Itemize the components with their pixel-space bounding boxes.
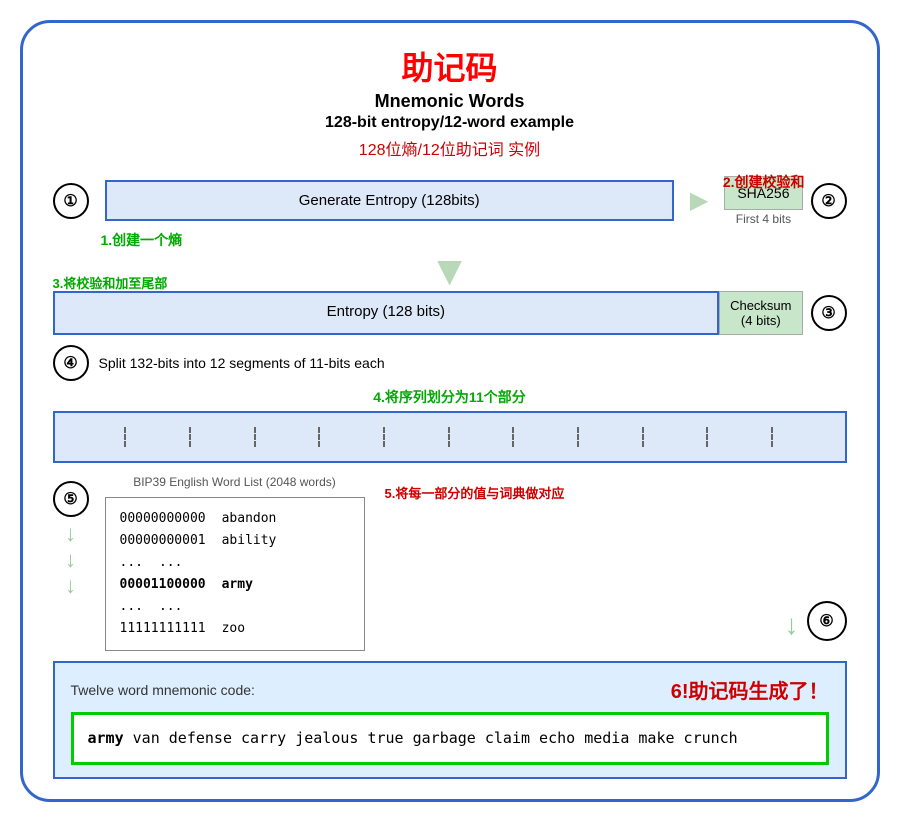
segment-2 [128, 427, 191, 447]
wordlist-entry-1: 00000000000 abandon [120, 508, 350, 530]
step3-annotation: 3.将校验和加至尾部 [53, 273, 168, 292]
wordlist-entry-army: 00001100000 army [120, 574, 350, 596]
wordlist-box: 00000000000 abandon 00000000001 ability … [105, 497, 365, 652]
mnemonic-label: Twelve word mnemonic code: [71, 682, 255, 698]
step6-annotation: 6!助记码生成了！ [671, 675, 829, 704]
binary-zoo: 11111111111 [120, 618, 206, 640]
wordlist-title: BIP39 English Word List (2048 words) [105, 475, 365, 489]
segment-5 [322, 427, 385, 447]
main-container: 助记码 Mnemonic Words 128-bit entropy/12-wo… [20, 20, 880, 803]
segment-7 [452, 427, 515, 447]
word-army: army [222, 574, 253, 596]
step2-annotation: 2.创建校验和 [723, 172, 805, 192]
first4bits-label: First 4 bits [736, 212, 791, 226]
subtitle-zh: 128位熵/12位助记词 实例 [53, 136, 847, 160]
wordlist-entry-2: 00000000001 ability [120, 530, 350, 552]
wordlist-entry-dots1: ... ... [120, 552, 350, 574]
title-en: Mnemonic Words [53, 91, 847, 112]
step5-circle: ⑤ [53, 481, 89, 517]
step2-circle: ② [811, 183, 847, 219]
arrow-right-1: ▶ [690, 186, 708, 215]
segment-8 [516, 427, 579, 447]
step4-row: ④ Split 132-bits into 12 segments of 11-… [53, 345, 847, 381]
step1-circle: ① [53, 183, 89, 219]
mnemonic-header-row: Twelve word mnemonic code: 6!助记码生成了！ [71, 675, 829, 704]
subtitle-en: 128-bit entropy/12-word example [53, 114, 847, 132]
segment-11 [710, 427, 773, 447]
step3-circle: ③ [811, 295, 847, 331]
segment-4 [258, 427, 321, 447]
segment-9 [581, 427, 644, 447]
step4-circle: ④ [53, 345, 89, 381]
mnemonic-code-box: army van defense carry jealous true garb… [71, 712, 829, 765]
step5-annotation: 5.将每一部分的值与词典做对应 [385, 483, 847, 502]
binary-dots2: ... [120, 596, 143, 618]
step5-arrow2: ↓ [65, 547, 76, 573]
step1-annotation: 1.创建一个熵 [101, 230, 847, 250]
wordlist-entry-dots2: ... ... [120, 596, 350, 618]
wordlist-entry-zoo: 11111111111 zoo [120, 618, 350, 640]
segment-3 [193, 427, 256, 447]
binary-2: 00000000001 [120, 530, 206, 552]
step3-entropy-box: Entropy (128 bits) [53, 291, 720, 335]
word-zoo: zoo [222, 618, 245, 640]
step5-arrow1: ↓ [65, 521, 76, 547]
word-dots2: ... [159, 596, 182, 618]
step6-circle: ⑥ [807, 601, 847, 641]
mnemonic-rest: van defense carry jealous true garbage c… [124, 729, 738, 747]
bit-segments-container [53, 411, 847, 463]
mnemonic-bold-word: army [88, 729, 124, 747]
binary-1: 00000000000 [120, 508, 206, 530]
step5-arrow3: ↓ [65, 573, 76, 599]
segment-10 [646, 427, 709, 447]
word-dots1: ... [159, 552, 182, 574]
big-arrow-down-1: ▼ [429, 256, 471, 285]
wordlist-container: BIP39 English Word List (2048 words) 000… [105, 475, 365, 652]
step1-entropy-box: Generate Entropy (128bits) [105, 180, 674, 221]
segment-1 [64, 427, 127, 447]
title-zh: 助记码 [53, 43, 847, 89]
step5-down-arrow: ↓ [785, 609, 799, 641]
word-1: abandon [222, 508, 277, 530]
word-2: ability [222, 530, 277, 552]
segment-12 [775, 427, 836, 447]
step4-annotation: 4.将序列划分为11个部分 [53, 387, 847, 407]
step4-text: Split 132-bits into 12 segments of 11-bi… [99, 355, 385, 371]
segment-6 [387, 427, 450, 447]
binary-dots1: ... [120, 552, 143, 574]
binary-army: 00001100000 [120, 574, 206, 596]
checksum-box: Checksum (4 bits) [719, 291, 802, 335]
mnemonic-section: Twelve word mnemonic code: 6!助记码生成了！ arm… [53, 661, 847, 779]
